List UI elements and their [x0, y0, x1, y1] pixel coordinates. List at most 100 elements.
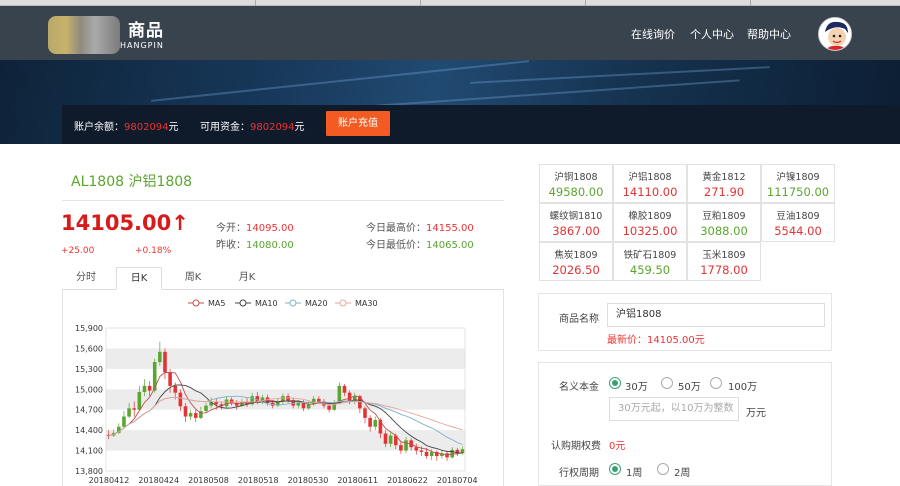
candle-body [424, 451, 429, 457]
candle-body [383, 433, 388, 444]
period-radio-2w[interactable] [657, 463, 669, 475]
x-tick-label: 20180518 [238, 476, 279, 485]
y-tick-label: 14,700 [75, 406, 103, 415]
quote-cell[interactable]: 沪镍1809 111750.00 [761, 164, 835, 203]
balance-label: 账户余额： [74, 122, 124, 133]
recharge-button[interactable]: 账户充值 [326, 111, 390, 136]
candle-body [301, 402, 306, 409]
x-tick-label: 20180622 [387, 476, 428, 485]
x-tick-label: 20180704 [437, 476, 478, 485]
grid-band [106, 389, 465, 410]
candle-body [168, 372, 172, 386]
candle-body [368, 417, 372, 427]
nav-online-inquiry[interactable]: 在线询价 [631, 26, 675, 42]
candle-body [404, 440, 408, 451]
notional-radio-50[interactable] [661, 377, 673, 389]
product-title: AL1808 沪铝1808 [71, 174, 193, 190]
high-value: 14155.00 [426, 223, 474, 234]
quote-name: 沪铜1808 [554, 172, 598, 183]
account-bar: 账户余额：9802094元 可用资金：9802094元 账户充值 [62, 105, 900, 144]
y-tick-label: 15,600 [75, 344, 103, 353]
quote-cell[interactable]: 橡胶1809 10325.00 [613, 203, 687, 242]
available-funds: 可用资金：9802094元 [200, 118, 305, 133]
tab-intraday[interactable]: 分时 [62, 267, 110, 290]
quote-grid: 沪铜1808 49580.00 沪铝1808 14110.00 黄金1812 271.90… [539, 164, 836, 282]
legend-label: MA30 [355, 299, 378, 308]
chart-period-tabs: 分时 日K 周K 月K [62, 267, 504, 290]
quote-cell[interactable]: 焦炭1809 2026.50 [539, 242, 613, 281]
tab-daily-k[interactable]: 日K [116, 267, 162, 290]
candle-body [342, 385, 347, 393]
quote-cell[interactable]: 沪铜1808 49580.00 [539, 164, 613, 203]
notional-radio-100[interactable] [710, 377, 722, 389]
quote-name: 豆油1809 [776, 211, 820, 222]
legend-label: MA20 [305, 299, 328, 308]
quote-name: 玉米1809 [702, 250, 746, 261]
quote-name: 橡胶1809 [628, 211, 672, 222]
legend-label: MA10 [255, 299, 278, 308]
candle [163, 348, 167, 380]
open-price: 今开：14095.00 [216, 219, 294, 234]
quote-cell[interactable]: 豆粕1809 3088.00 [687, 203, 761, 242]
quote-price: 10325.00 [622, 224, 678, 238]
prev-label: 昨收： [216, 240, 246, 251]
legend-marker [289, 299, 297, 307]
candle-body [147, 385, 152, 391]
candle-body [158, 351, 162, 363]
day-high: 今日最高价：14155.00 [366, 219, 474, 234]
quote-name: 焦炭1809 [554, 250, 598, 261]
candle [122, 411, 126, 429]
quote-cell[interactable]: 玉米1809 1778.00 [687, 242, 761, 281]
candle-body [163, 351, 167, 373]
product-name-label: 商品名称 [559, 314, 599, 325]
site-header: 商品 HANGPIN 在线询价 个人中心 帮助中心 [0, 6, 900, 60]
candle-body [306, 404, 311, 409]
period-radio-1w[interactable] [609, 463, 621, 475]
candle [445, 450, 449, 461]
tab-monthly-k[interactable]: 月K [222, 267, 272, 290]
notional-radio-30[interactable] [609, 377, 621, 389]
tab-weekly-k[interactable]: 周K [168, 267, 218, 290]
kline-chart[interactable]: 15,900 15,600 15,300 15,000 14,700 14,400 14,1… [63, 290, 505, 486]
custom-notional-input[interactable]: 30万元起，以10万为整数 [609, 397, 739, 421]
divider [62, 200, 504, 201]
quote-cell[interactable]: 豆油1809 5544.00 [761, 203, 835, 242]
candle-body [327, 405, 331, 410]
quote-price: 3088.00 [700, 224, 748, 238]
day-low: 今日最低价：14065.00 [366, 236, 474, 251]
quote-name: 黄金1812 [702, 172, 746, 183]
quote-cell[interactable]: 螺纹钢1810 3867.00 [539, 203, 613, 242]
candle-body [347, 392, 352, 402]
nav-personal-center[interactable]: 个人中心 [690, 26, 734, 42]
candle-body [399, 445, 403, 451]
legend-marker [239, 299, 247, 307]
quote-name: 沪镍1809 [776, 172, 820, 183]
candle-body [317, 398, 321, 402]
legend-label: MA5 [208, 299, 225, 308]
quote-cell[interactable]: 沪铝1808 14110.00 [613, 164, 687, 203]
order-panel: 名义本金 30万 50万 100万 30万元起，以10万为整数 万元 认购期权费… [538, 362, 832, 486]
period-option-1w: 1周 [626, 468, 643, 479]
quote-price: 1778.00 [700, 263, 748, 277]
candle-body [173, 385, 178, 393]
quote-price: 49580.00 [548, 185, 604, 199]
latest-price-label: 最新价： [607, 335, 647, 346]
candle-body [296, 402, 301, 406]
y-tick-label: 13,800 [75, 467, 103, 476]
notional-option-30: 30万 [625, 382, 648, 393]
quote-cell[interactable]: 黄金1812 271.90 [687, 164, 761, 203]
quote-cell[interactable]: 铁矿石1809 459.50 [613, 242, 687, 281]
product-name-field[interactable]: 沪铝1808 [607, 303, 825, 327]
quote-price: 5544.00 [774, 224, 822, 238]
legend-marker [192, 299, 200, 307]
candle-body [414, 447, 419, 451]
logo-image[interactable] [48, 16, 120, 54]
quote-name: 沪铝1808 [628, 172, 672, 183]
avatar[interactable] [818, 17, 852, 51]
latest-price-value: 14105.00元 [647, 335, 705, 346]
nav-help-center[interactable]: 帮助中心 [747, 26, 791, 42]
quote-price: 14110.00 [622, 185, 678, 199]
candle-body [388, 435, 393, 444]
y-tick-label: 14,100 [75, 447, 103, 456]
y-tick-label: 14,400 [75, 426, 103, 435]
